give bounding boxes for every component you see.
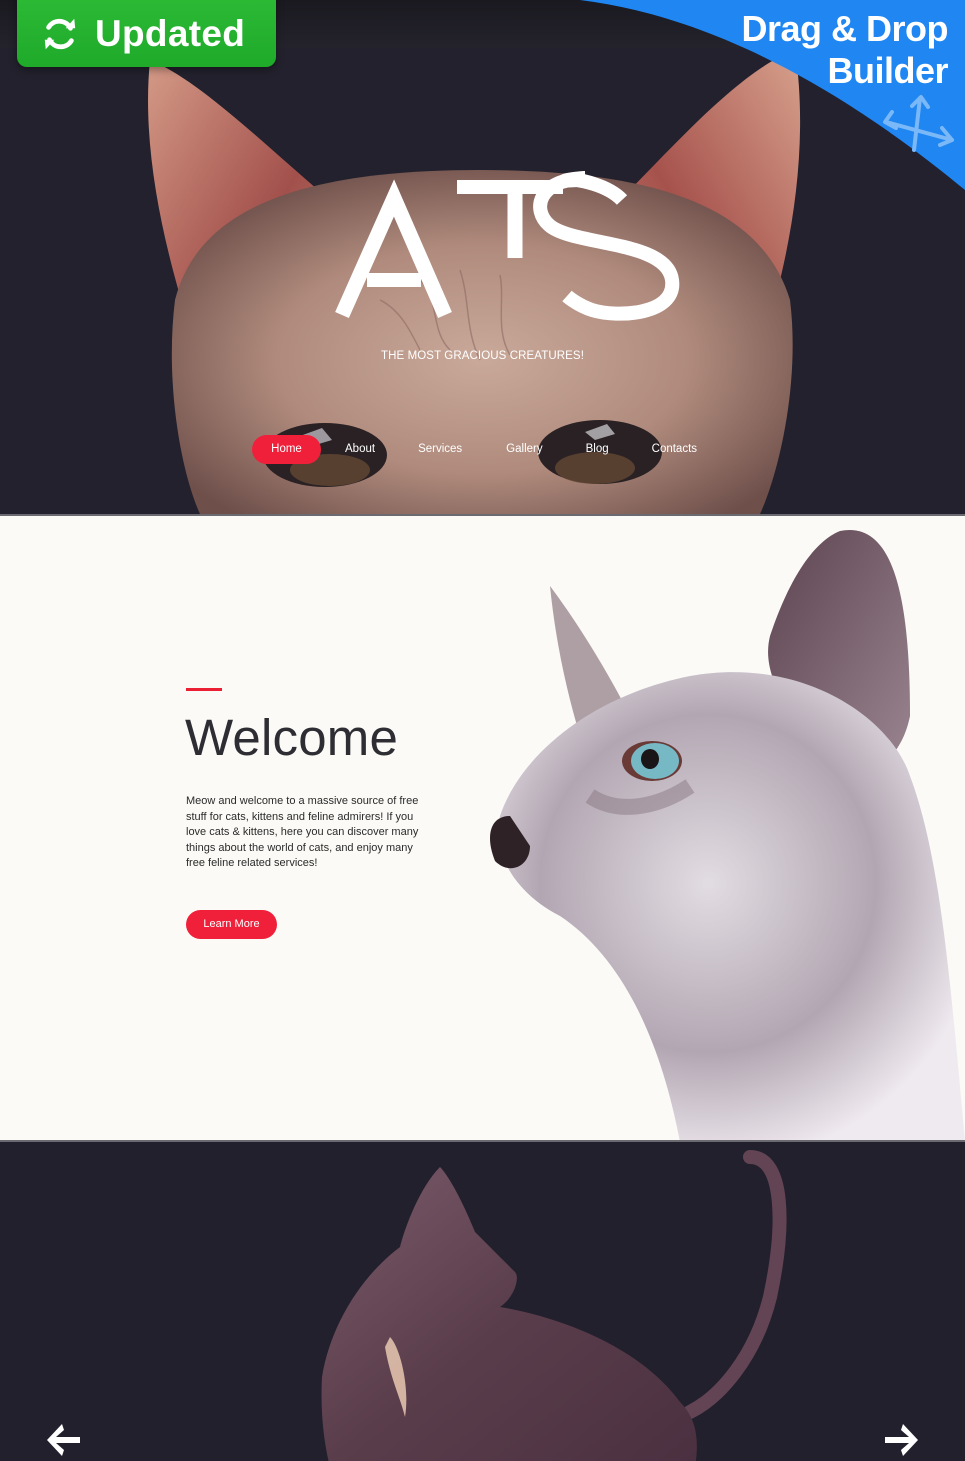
drag-drop-label: Drag & Drop	[741, 8, 948, 49]
updated-badge: Updated	[17, 0, 276, 67]
learn-more-button[interactable]: Learn More	[186, 910, 277, 939]
nav-item-home[interactable]: Home	[252, 435, 321, 464]
nav-item-blog[interactable]: Blog	[586, 435, 609, 464]
drag-drop-builder-badge: Drag & Drop Builder	[580, 0, 965, 190]
slider-sphynx-cat-image	[321, 1150, 787, 1461]
refresh-icon	[44, 18, 76, 49]
nav-item-about[interactable]: About	[345, 435, 375, 464]
nav-item-contacts[interactable]: Contacts	[652, 435, 697, 464]
cats-logo: CATS	[237, 171, 680, 321]
arrow-left-icon[interactable]	[42, 1420, 82, 1460]
accent-line	[186, 688, 222, 691]
page: CATS THE MOST GRACIOUS CREATURES! Home A…	[0, 0, 965, 1461]
hero-title: CATS	[237, 170, 687, 325]
hero-tagline: THE MOST GRACIOUS CREATURES!	[380, 350, 584, 362]
welcome-sphynx-cat-image	[490, 529, 965, 1140]
welcome-section: Welcome Meow and welcome to a massive so…	[0, 514, 965, 1140]
arrow-right-icon[interactable]	[883, 1420, 923, 1460]
nav-item-gallery[interactable]: Gallery	[506, 435, 542, 464]
builder-label: Builder	[827, 50, 948, 91]
welcome-text: Meow and welcome to a massive source of …	[186, 795, 419, 870]
welcome-heading: Welcome	[185, 709, 399, 766]
nav-item-services[interactable]: Services	[418, 435, 462, 464]
updated-badge-label: Updated	[95, 12, 246, 54]
main-nav: Home About Services Gallery Blog Contact…	[252, 435, 697, 464]
gallery-slider	[0, 1140, 965, 1461]
